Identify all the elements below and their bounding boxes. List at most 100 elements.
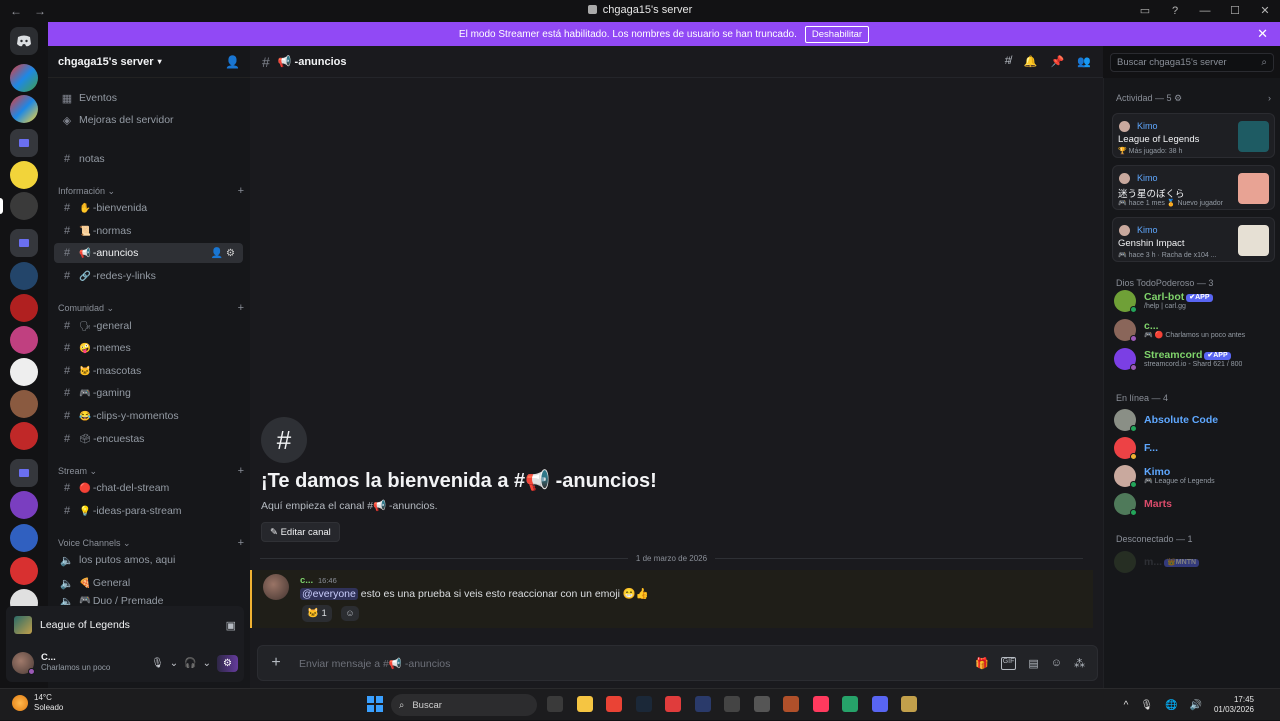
stream-screen-icon[interactable]: ▣: [226, 619, 236, 632]
member-item[interactable]: Kimo 🎮 League of Legends: [1114, 463, 1276, 489]
forward-arrow-icon[interactable]: →: [34, 4, 48, 18]
server-icon[interactable]: [10, 390, 38, 418]
category-voice-channels[interactable]: Voice Channels ⌄ +: [58, 537, 244, 549]
microphone-icon[interactable]: 🎙: [1140, 700, 1153, 711]
channel-bienvenida[interactable]: # ✋ -bienvenida: [54, 198, 243, 218]
activity-card[interactable]: Kimo League of Legends 🏆 Más jugado: 38 …: [1112, 113, 1275, 158]
server-folder-icon[interactable]: [10, 459, 38, 487]
member-item[interactable]: Carl-bot ✔APP/help | carl.gg: [1114, 288, 1276, 314]
taskbar-app-icon[interactable]: [547, 696, 563, 712]
upload-plus-icon[interactable]: +: [258, 654, 294, 672]
discord-home-icon[interactable]: [10, 27, 38, 55]
activity-card[interactable]: Kimo 迷う星のぼくら 🎮 hace 1 mes 🏅 Nuevo jugado…: [1112, 165, 1275, 210]
clock[interactable]: 17:45 01/03/2026: [1214, 695, 1254, 715]
server-header[interactable]: chgaga15's server ▾ 👤: [48, 46, 250, 78]
emoji-icon[interactable]: ☺: [1051, 657, 1062, 670]
category-stream[interactable]: Stream ⌄ +: [58, 465, 244, 477]
server-icon[interactable]: [10, 95, 38, 123]
member-item[interactable]: Absolute Code: [1114, 407, 1276, 433]
microphone-icon[interactable]: 🎙: [151, 658, 164, 669]
category-comunidad[interactable]: Comunidad ⌄ +: [58, 302, 244, 314]
apps-icon[interactable]: ⁂: [1074, 657, 1085, 670]
channel-clips-y-momentos[interactable]: # 😂 -clips-y-momentos: [54, 406, 243, 426]
close-window-button[interactable]: ✕: [1250, 4, 1280, 17]
channel-anuncios[interactable]: # 📢 -anuncios 👤⚙: [54, 243, 243, 263]
activity-header[interactable]: Actividad — 5 ⚙ ›: [1116, 93, 1271, 104]
threads-icon[interactable]: #̸: [1005, 55, 1011, 68]
add-channel-icon[interactable]: +: [238, 185, 244, 197]
edit-channel-button[interactable]: ✎ Editar canal: [261, 522, 340, 542]
taskbar-app-icon[interactable]: [842, 696, 858, 712]
add-channel-icon[interactable]: +: [238, 465, 244, 477]
server-icon[interactable]: [10, 491, 38, 519]
add-channel-icon[interactable]: +: [238, 302, 244, 314]
channel-gaming[interactable]: # 🎮 -gaming: [54, 383, 243, 403]
minimize-button[interactable]: —: [1190, 5, 1220, 17]
server-icon[interactable]: [10, 262, 38, 290]
channel-ideas-para-stream[interactable]: # 💡 -ideas-para-stream: [54, 501, 243, 521]
voice-channel[interactable]: 🔈 los putos amos, aqui: [54, 550, 243, 570]
server-icon[interactable]: [10, 326, 38, 354]
channel-normas[interactable]: # 📜 -normas: [54, 221, 243, 241]
category-informacion[interactable]: Información ⌄ +: [58, 185, 244, 197]
message-composer[interactable]: + Enviar mensaje a #📢 -anuncios 🎁 GIF ▤ …: [257, 645, 1098, 681]
weather-widget[interactable]: 14°C Soleado: [12, 693, 63, 713]
avatar[interactable]: [263, 574, 289, 600]
invite-people-icon[interactable]: 👤: [225, 55, 240, 69]
windows-start-icon[interactable]: [367, 696, 383, 712]
close-icon[interactable]: ✕: [1257, 26, 1268, 42]
maximize-button[interactable]: ☐: [1220, 4, 1250, 17]
channel-chat-del-stream[interactable]: # 🔴 -chat-del-stream: [54, 478, 243, 498]
pin-icon[interactable]: 📌: [1051, 55, 1065, 68]
channel-memes[interactable]: # 🤪 -memes: [54, 338, 243, 358]
message-input[interactable]: Enviar mensaje a #📢 -anuncios: [299, 657, 450, 670]
chevron-down-icon[interactable]: ⌄: [203, 658, 211, 669]
taskbar-app-icon[interactable]: [694, 696, 711, 712]
avatar[interactable]: [12, 652, 35, 675]
taskbar-app-icon[interactable]: [812, 696, 829, 712]
chevron-right-icon[interactable]: ›: [1268, 93, 1271, 103]
help-icon[interactable]: ?: [1160, 5, 1190, 17]
server-icon[interactable]: [10, 557, 38, 585]
server-folder-icon[interactable]: [10, 129, 38, 157]
headset-icon[interactable]: 🎧: [184, 658, 196, 669]
server-icon[interactable]: [10, 161, 38, 189]
disable-streamer-button[interactable]: Deshabilitar: [804, 25, 870, 43]
taskbar-app-icon[interactable]: [783, 696, 799, 712]
gif-icon[interactable]: GIF: [1000, 656, 1017, 670]
search-input[interactable]: Buscar chgaga15's server ⌕: [1110, 53, 1274, 72]
server-icon[interactable]: [10, 422, 38, 450]
sidebar-item-boosts[interactable]: ◈ Mejoras del servidor: [54, 110, 243, 130]
channel-general[interactable]: # 🗣 -general: [54, 316, 243, 336]
server-icon[interactable]: [10, 524, 38, 552]
add-channel-icon[interactable]: +: [238, 537, 244, 549]
member-item[interactable]: m... 👑MNTN: [1114, 549, 1276, 575]
member-item[interactable]: F...: [1114, 435, 1276, 461]
server-folder-icon[interactable]: [10, 229, 38, 257]
member-item[interactable]: c... 🎮 🔴 Charlamos un poco antes: [1114, 317, 1276, 343]
inbox-icon[interactable]: ▭: [1130, 4, 1160, 17]
taskbar-app-icon[interactable]: [724, 696, 740, 712]
add-reaction-icon[interactable]: ☺: [341, 606, 359, 621]
taskbar-app-icon[interactable]: [901, 696, 917, 712]
member-item[interactable]: Marts: [1114, 491, 1276, 517]
message[interactable]: c... 16:46 @everyone esto es una prueba …: [250, 570, 1093, 628]
server-icon[interactable]: [10, 64, 38, 92]
taskbar-app-icon[interactable]: [871, 696, 888, 712]
member-list-icon[interactable]: 👥: [1077, 55, 1091, 68]
taskbar-app-icon[interactable]: [753, 696, 770, 712]
server-icon[interactable]: [10, 358, 38, 386]
member-item[interactable]: Streamcord ✔APP streamcord.io - Shard 621 …: [1114, 346, 1276, 372]
channel-redes-y-links[interactable]: # 🔗 -redes-y-links: [54, 266, 243, 286]
server-icon[interactable]: [10, 294, 38, 322]
channel-encuestas[interactable]: # 🗳 -encuestas: [54, 429, 243, 449]
channel-settings-icon[interactable]: 👤⚙: [211, 248, 238, 259]
back-arrow-icon[interactable]: ←: [10, 4, 24, 18]
everyone-mention[interactable]: @everyone: [300, 588, 358, 600]
chevron-up-icon[interactable]: ^: [1124, 700, 1129, 711]
sticker-icon[interactable]: ▤: [1028, 657, 1038, 670]
volume-icon[interactable]: 🔊: [1190, 700, 1202, 711]
taskbar-app-icon[interactable]: [665, 696, 681, 712]
taskbar-app-icon[interactable]: [576, 696, 593, 712]
network-icon[interactable]: 🌐: [1165, 700, 1177, 711]
